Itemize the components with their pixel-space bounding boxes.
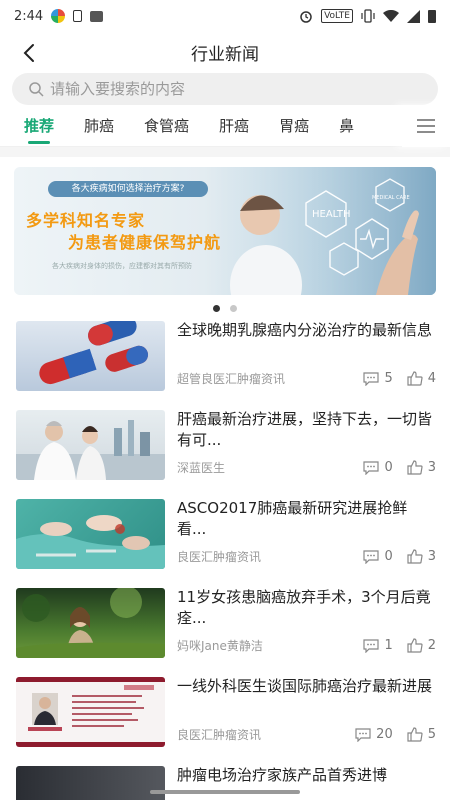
news-title: 肝癌最新治疗进展，坚持下去，一切皆有可... — [177, 410, 433, 449]
news-title: 全球晚期乳腺癌内分泌治疗的最新信息 — [177, 321, 433, 339]
like-count[interactable]: 3 — [407, 460, 436, 475]
news-title: ASCO2017肺癌最新研究进展抢鲜看... — [177, 499, 408, 538]
search-bar[interactable] — [12, 73, 438, 105]
news-title: 肿瘤电场治疗家族产品首秀进博 — [177, 766, 388, 784]
news-item[interactable]: 肝癌最新治疗进展，坚持下去，一切皆有可... 深蓝医生 0 3 — [0, 410, 450, 499]
gesture-bar — [150, 790, 300, 794]
news-title: 一线外科医生谈国际肺癌治疗最新进展 — [177, 677, 433, 695]
banner-carousel[interactable]: 各大疾病如何选择治疗方案? 多学科知名专家 为患者健康保驾护航 各大疾病对身体的… — [14, 167, 436, 295]
tab-lung-cancer[interactable]: 肺癌 — [84, 115, 114, 136]
news-thumbnail-presentation — [16, 677, 165, 747]
tab-esophageal-cancer[interactable]: 食管癌 — [144, 115, 189, 136]
status-bar: 2:44 VoLTE — [0, 0, 450, 32]
banner-doctor-image: HEALTH MEDICAL CARE — [226, 167, 436, 295]
like-count[interactable]: 2 — [407, 638, 436, 653]
thumbs-up-icon — [407, 371, 423, 386]
image-notification-icon — [90, 10, 104, 22]
tab-nasal-cancer[interactable]: 鼻 — [339, 115, 354, 136]
news-thumbnail-girl — [16, 588, 165, 658]
news-thumbnail-pills — [16, 321, 165, 391]
news-source: 深蓝医生 — [177, 461, 226, 475]
news-item[interactable]: 一线外科医生谈国际肺癌治疗最新进展 良医汇肿瘤资讯 20 5 — [0, 677, 450, 766]
comment-count[interactable]: 5 — [363, 371, 393, 386]
banner-subheadline: 为患者健康保驾护航 — [68, 233, 222, 252]
svg-text:HEALTH: HEALTH — [312, 209, 351, 220]
carousel-dot-2[interactable] — [230, 304, 237, 312]
battery-icon — [428, 9, 436, 23]
comment-count[interactable]: 0 — [363, 460, 393, 475]
page-title: 行业新闻 — [191, 44, 259, 65]
news-source: 超管良医汇肿瘤资讯 — [177, 372, 286, 386]
nav-header: 行业新闻 — [0, 32, 450, 72]
menu-icon — [417, 119, 435, 133]
banner-headline: 多学科知名专家 — [26, 211, 146, 230]
volte-badge: VoLTE — [321, 9, 353, 23]
comment-icon — [363, 549, 380, 564]
comment-icon — [363, 638, 380, 653]
app-notification-icon — [51, 9, 66, 23]
news-list: 全球晚期乳腺癌内分泌治疗的最新信息 超管良医汇肿瘤资讯 5 4 肝癌最新治疗进展… — [0, 321, 450, 800]
vibrate-icon — [361, 9, 375, 23]
chevron-left-icon — [23, 44, 34, 62]
comment-icon — [363, 460, 380, 475]
category-tabs: 推荐 肺癌 食管癌 肝癌 胃癌 鼻 — [0, 105, 450, 147]
thumbs-up-icon — [407, 549, 423, 564]
news-thumbnail-surgery — [16, 499, 165, 569]
comment-count[interactable]: 1 — [363, 638, 393, 653]
svg-text:MEDICAL CARE: MEDICAL CARE — [372, 195, 410, 201]
back-button[interactable] — [14, 38, 44, 68]
tab-liver-cancer[interactable]: 肝癌 — [219, 115, 249, 136]
banner-caption: 各大疾病对身体的损伤，应建都对其有所预防 — [52, 262, 192, 270]
thumbs-up-icon — [407, 460, 423, 475]
banner-pill: 各大疾病如何选择治疗方案? — [48, 181, 208, 197]
search-input[interactable] — [50, 80, 410, 98]
sim-icon — [73, 10, 83, 22]
tabs-menu-button[interactable] — [402, 105, 450, 147]
carousel-indicator — [0, 295, 450, 321]
carousel-dot-1[interactable] — [213, 304, 220, 312]
news-source: 妈咪Jane黄静洁 — [177, 639, 263, 653]
like-count[interactable]: 5 — [407, 727, 436, 742]
like-count[interactable]: 4 — [407, 371, 436, 386]
like-count[interactable]: 3 — [407, 549, 436, 564]
news-item[interactable]: 全球晚期乳腺癌内分泌治疗的最新信息 超管良医汇肿瘤资讯 5 4 — [0, 321, 450, 410]
tab-gastric-cancer[interactable]: 胃癌 — [279, 115, 309, 136]
wifi-icon — [383, 9, 399, 22]
news-source: 良医汇肿瘤资讯 — [177, 550, 262, 564]
tab-recommended[interactable]: 推荐 — [24, 115, 54, 144]
search-icon — [29, 82, 44, 97]
comment-icon — [355, 727, 371, 742]
alarm-icon — [300, 11, 312, 23]
news-thumbnail-device — [16, 766, 165, 800]
signal-icon — [407, 9, 420, 23]
news-source: 良医汇肿瘤资讯 — [177, 728, 262, 742]
news-item[interactable]: ASCO2017肺癌最新研究进展抢鲜看... 良医汇肿瘤资讯 0 3 — [0, 499, 450, 588]
news-item[interactable]: 肿瘤电场治疗家族产品首秀进博 — [0, 766, 450, 800]
thumbs-up-icon — [407, 638, 423, 653]
comment-icon — [363, 371, 380, 386]
thumbs-up-icon — [407, 727, 423, 742]
comment-count[interactable]: 0 — [363, 549, 393, 564]
news-thumbnail-lab — [16, 410, 165, 480]
status-time: 2:44 — [14, 8, 44, 24]
news-item[interactable]: 11岁女孩患脑癌放弃手术，3个月后竟痊... 妈咪Jane黄静洁 1 2 — [0, 588, 450, 677]
divider — [0, 147, 450, 157]
comment-count[interactable]: 20 — [355, 727, 393, 742]
news-title: 11岁女孩患脑癌放弃手术，3个月后竟痊... — [177, 588, 431, 627]
